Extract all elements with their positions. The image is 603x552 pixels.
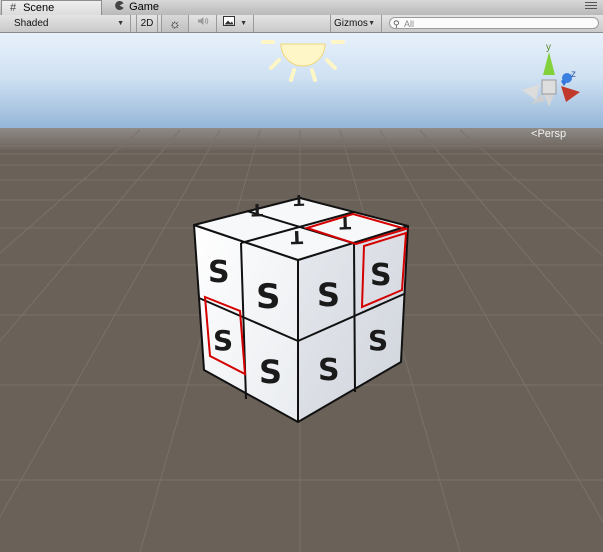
2d-toggle-button[interactable]: 2D xyxy=(136,15,158,32)
search-placeholder: All xyxy=(404,19,415,29)
projection-label[interactable]: <Persp xyxy=(531,128,566,140)
gizmo-y-label: y xyxy=(546,42,551,53)
tab-scene[interactable]: # Scene xyxy=(1,0,102,15)
cube-letter-top-3: T xyxy=(290,226,304,247)
cube-letter-front-1: S xyxy=(208,255,230,290)
dropdown-arrow-icon: ▼ xyxy=(117,20,124,27)
cube-letter-top-1: T xyxy=(251,199,264,219)
cube-letter-top-2: T xyxy=(293,191,305,209)
dropdown-arrow-icon: ▼ xyxy=(240,20,247,27)
projection-text: Persp xyxy=(537,128,566,140)
cube-letter-front-4: S xyxy=(259,353,282,391)
scene-window: # Scene Game Shaded ▼ 2D ☼ ▼ Gizmos ▼ ⚲ … xyxy=(0,0,603,552)
draw-mode-dropdown[interactable]: Shaded ▼ xyxy=(0,15,131,32)
draw-mode-label: Shaded xyxy=(14,18,49,29)
gizmo-z-label: z xyxy=(571,69,576,80)
audio-toggle-button[interactable] xyxy=(189,15,217,32)
image-icon xyxy=(223,16,235,29)
window-menu-icon[interactable] xyxy=(585,2,597,12)
gizmos-label: Gizmos xyxy=(334,18,368,29)
cube-letter-top-4: T xyxy=(339,212,352,232)
cube-letter-right-1: S xyxy=(317,276,340,314)
cube-letter-front-3: S xyxy=(213,324,233,357)
tab-strip: # Scene Game xyxy=(0,0,603,16)
scene-toolbar: Shaded ▼ 2D ☼ ▼ Gizmos ▼ ⚲ All xyxy=(0,15,603,33)
speaker-icon xyxy=(197,17,209,29)
dropdown-arrow-icon: ▼ xyxy=(368,20,375,27)
cube-letter-front-2: S xyxy=(256,277,281,317)
grid-icon: # xyxy=(9,2,17,14)
lighting-toggle-button[interactable]: ☼ xyxy=(161,15,189,32)
search-icon: ⚲ xyxy=(393,19,400,29)
effects-dropdown[interactable]: ▼ xyxy=(217,15,254,32)
tab-scene-label: Scene xyxy=(23,2,55,14)
tab-game-label: Game xyxy=(129,1,160,13)
hierarchy-search-field[interactable]: ⚲ All xyxy=(389,17,599,29)
cube-letter-right-2: S xyxy=(370,258,392,293)
cube-letter-right-3: S xyxy=(318,353,340,388)
gizmo-center-cube[interactable] xyxy=(541,79,557,95)
scene-viewport[interactable]: y z <Persp T T T T S S S S S S S S xyxy=(0,33,603,552)
pacman-icon xyxy=(112,0,126,15)
gizmos-dropdown[interactable]: Gizmos ▼ xyxy=(330,15,382,32)
sun-icon: ☼ xyxy=(169,16,181,31)
cube-letter-right-4: S xyxy=(368,324,388,357)
tab-game[interactable]: Game xyxy=(108,0,198,15)
